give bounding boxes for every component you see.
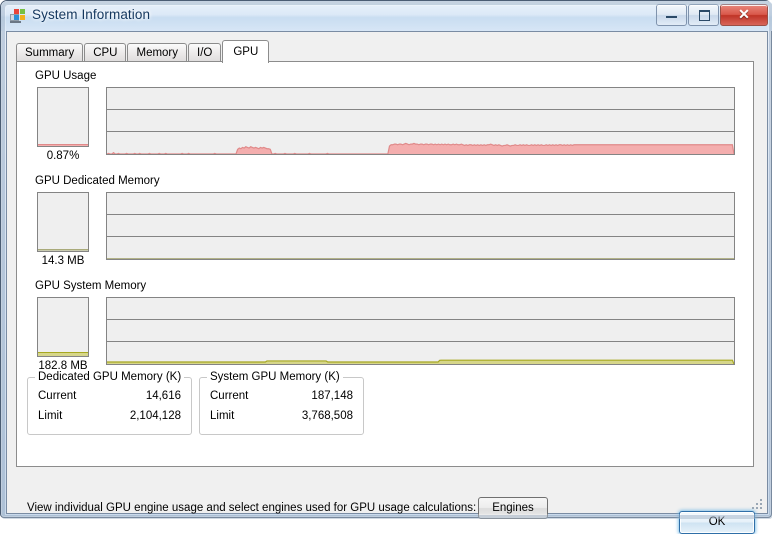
tab-cpu[interactable]: CPU [84,43,127,62]
system-gpu-memory-title: System GPU Memory (K) [207,371,343,383]
gpu-system-memory-meter-fill [38,352,88,356]
tab-io[interactable]: I/O [188,43,222,62]
gpu-usage-value: 0.87% [46,150,80,162]
gpu-usage-meter [37,87,89,147]
dedicated-current-value: 14,616 [145,390,181,402]
ok-button[interactable]: OK [679,511,755,534]
resize-grip[interactable] [751,498,764,511]
dedicated-current-label: Current [38,390,77,402]
close-icon: ✕ [738,6,750,22]
gpu-usage-plot [107,142,734,154]
system-information-icon [10,9,25,23]
window-title: System Information [32,7,151,22]
window-controls: ✕ [656,4,768,26]
gpu-dedicated-memory-meter-fill [38,248,88,251]
gpu-system-memory-label: GPU System Memory [35,280,147,292]
gpu-system-memory-plot [107,359,734,364]
engines-note: View individual GPU engine usage and sel… [27,502,477,514]
client-area: Summary CPU Memory I/O GPU GPU Usage 0.8… [6,31,768,534]
gpu-system-memory-graph [106,297,735,365]
gpu-usage-meter-fill [38,143,88,146]
dedicated-gpu-memory-title: Dedicated GPU Memory (K) [35,371,185,383]
system-current-value: 187,148 [311,390,353,402]
close-button[interactable]: ✕ [720,4,768,26]
system-limit-value: 3,768,508 [301,410,353,422]
dedicated-limit-label: Limit [38,410,63,422]
tab-strip: Summary CPU Memory I/O GPU [16,40,270,63]
system-current-label: Current [210,390,249,402]
gpu-dedicated-memory-meter [37,192,89,252]
system-gpu-memory-groupbox: System GPU Memory (K) Current 187,148 Li… [199,371,364,435]
maximize-icon [699,10,710,21]
dedicated-gpu-memory-groupbox: Dedicated GPU Memory (K) Current 14,616 … [27,371,192,435]
gpu-tab-page: GPU Usage 0.87% GPU Dedicated Memory 14.… [16,61,754,519]
gpu-usage-graph [106,87,735,155]
system-information-window: System Information ✕ Summary CPU Memory … [0,0,772,534]
gpu-dedicated-memory-graph [106,192,735,260]
minimize-icon [666,16,677,18]
title-bar[interactable]: System Information ✕ [1,1,772,31]
system-limit-label: Limit [210,410,235,422]
gpu-system-memory-meter [37,297,89,357]
maximize-button[interactable] [688,4,719,26]
engines-button[interactable]: Engines [478,497,548,519]
gpu-dedicated-memory-plot [107,258,734,259]
gpu-dedicated-memory-label: GPU Dedicated Memory [35,175,160,187]
tab-summary[interactable]: Summary [16,43,84,62]
dedicated-limit-value: 2,104,128 [129,410,181,422]
tab-gpu[interactable]: GPU [222,40,270,63]
gpu-usage-label: GPU Usage [35,70,97,82]
tab-memory[interactable]: Memory [127,43,188,62]
gpu-dedicated-memory-value: 14.3 MB [41,255,85,267]
minimize-button[interactable] [656,4,687,26]
